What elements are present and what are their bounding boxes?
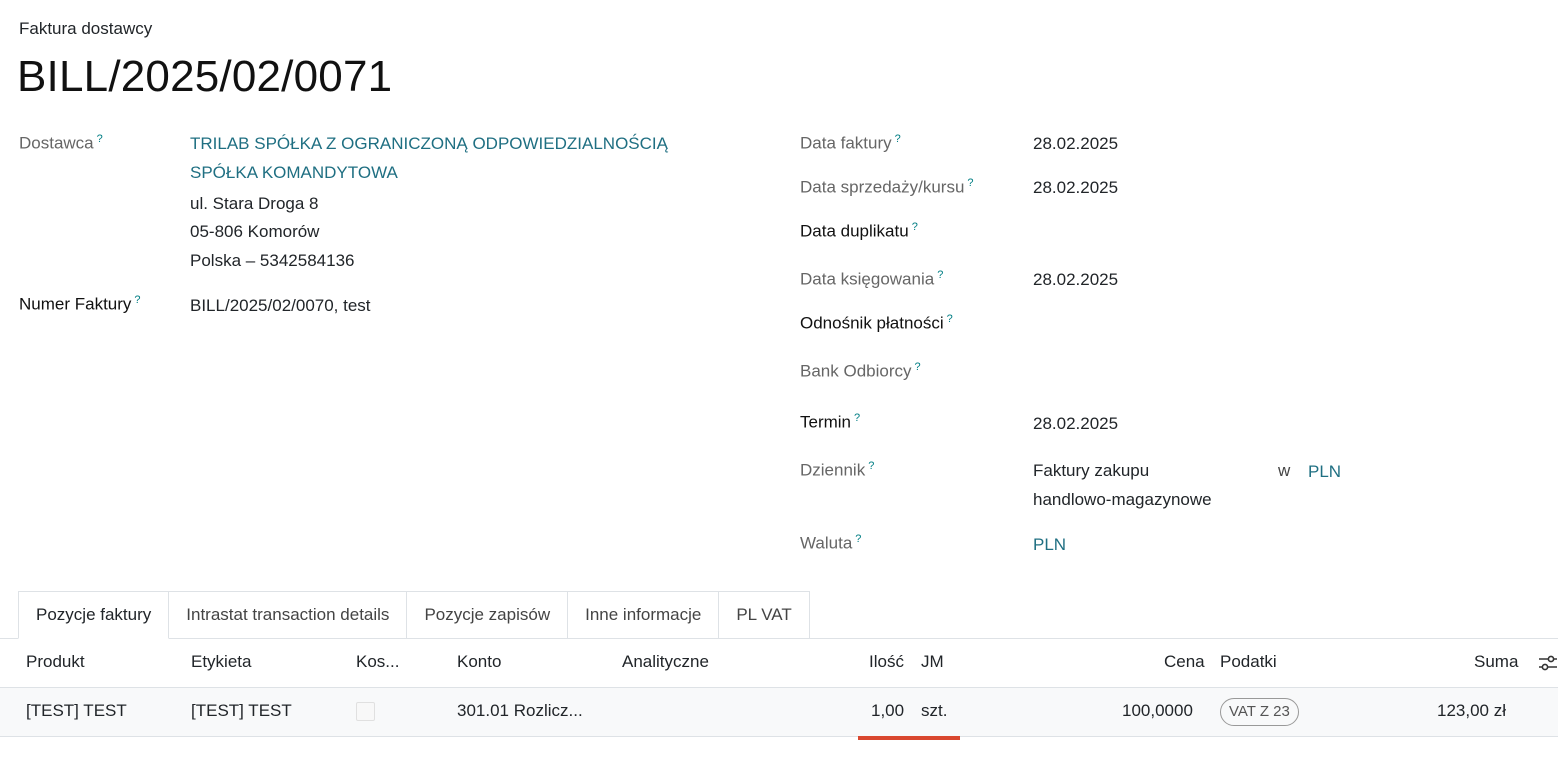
- due-date-field[interactable]: 28.02.2025: [1033, 414, 1118, 434]
- invoice-date-field[interactable]: 28.02.2025: [1033, 134, 1118, 154]
- invoice-number-field[interactable]: BILL/2025/02/0070, test: [190, 296, 371, 316]
- cell-price[interactable]: 100,0000: [1122, 701, 1193, 721]
- accounting-date-label: Data księgowania?: [800, 269, 944, 289]
- cell-product[interactable]: [TEST] TEST: [26, 701, 127, 721]
- quantity-focus-underline: [858, 736, 960, 740]
- vendor-address-line3: Polska – 5342584136: [190, 251, 355, 270]
- journal-in-text: w: [1278, 461, 1291, 480]
- help-icon[interactable]: ?: [915, 361, 921, 373]
- column-header-total[interactable]: Suma: [1474, 652, 1518, 672]
- column-header-product[interactable]: Produkt: [26, 652, 85, 672]
- column-header-label[interactable]: Etykieta: [191, 652, 251, 672]
- vendor-address-line1: ul. Stara Droga 8: [190, 194, 319, 213]
- help-icon[interactable]: ?: [912, 221, 918, 233]
- vendor-address-line2: 05-806 Komorów: [190, 222, 320, 241]
- column-header-uom[interactable]: JM: [921, 652, 944, 672]
- cell-label[interactable]: [TEST] TEST: [191, 701, 292, 721]
- column-header-price[interactable]: Cena: [1164, 652, 1205, 672]
- invoice-number-label: Numer Faktury?: [19, 294, 141, 314]
- help-icon[interactable]: ?: [868, 460, 874, 472]
- sale-date-field[interactable]: 28.02.2025: [1033, 178, 1118, 198]
- column-settings-icon[interactable]: [1538, 654, 1558, 672]
- vendor-name-line2[interactable]: SPÓŁKA KOMANDYTOWA: [190, 163, 398, 183]
- tax-badge[interactable]: VAT Z 23: [1220, 698, 1299, 726]
- journal-field-line1[interactable]: Faktury zakupu: [1033, 461, 1149, 481]
- page-subtitle: Faktura dostawcy: [19, 19, 153, 38]
- help-icon[interactable]: ?: [854, 412, 860, 424]
- cell-account[interactable]: 301.01 Rozlicz...: [457, 701, 583, 721]
- sale-date-label: Data sprzedaży/kursu?: [800, 177, 974, 197]
- currency-field[interactable]: PLN: [1033, 535, 1066, 555]
- payment-reference-label: Odnośnik płatności?: [800, 313, 953, 333]
- cell-quantity[interactable]: 1,00: [871, 701, 904, 721]
- notebook-tabs: Pozycje faktury Intrastat transaction de…: [18, 591, 810, 639]
- help-icon[interactable]: ?: [937, 269, 943, 281]
- help-icon[interactable]: ?: [967, 177, 973, 189]
- currency-label: Waluta?: [800, 533, 862, 553]
- tab-invoice-lines[interactable]: Pozycje faktury: [18, 591, 170, 639]
- tab-journal-items[interactable]: Pozycje zapisów: [407, 591, 569, 639]
- vendor-name-line1[interactable]: TRILAB SPÓŁKA Z OGRANICZONĄ ODPOWIEDZIAL…: [190, 134, 668, 154]
- cell-total: 123,00 zł: [1437, 701, 1506, 720]
- column-header-cost[interactable]: Kos...: [356, 652, 399, 672]
- column-header-analytic[interactable]: Analityczne: [622, 652, 709, 672]
- tab-pl-vat[interactable]: PL VAT: [719, 591, 810, 639]
- accounting-date-field[interactable]: 28.02.2025: [1033, 270, 1118, 290]
- duplicate-date-label: Data duplikatu?: [800, 221, 918, 241]
- invoice-date-label: Data faktury?: [800, 133, 901, 153]
- tab-intrastat[interactable]: Intrastat transaction details: [169, 591, 408, 639]
- help-icon[interactable]: ?: [855, 533, 861, 545]
- tab-other-info[interactable]: Inne informacje: [568, 591, 720, 639]
- help-icon[interactable]: ?: [895, 133, 901, 145]
- due-date-label: Termin?: [800, 412, 861, 432]
- help-icon[interactable]: ?: [97, 133, 103, 145]
- cell-uom[interactable]: szt.: [921, 701, 947, 721]
- help-icon[interactable]: ?: [947, 313, 953, 325]
- journal-field-line2[interactable]: handlowo-magazynowe: [1033, 490, 1212, 510]
- journal-currency-link[interactable]: PLN: [1308, 462, 1341, 482]
- vendor-label: Dostawca?: [19, 133, 103, 153]
- recipient-bank-label: Bank Odbiorcy?: [800, 361, 921, 381]
- journal-label: Dziennik?: [800, 460, 875, 480]
- column-header-taxes[interactable]: Podatki: [1220, 652, 1277, 672]
- page-title: BILL/2025/02/0071: [17, 52, 393, 101]
- column-header-quantity[interactable]: Ilość: [869, 652, 904, 672]
- help-icon[interactable]: ?: [134, 294, 140, 306]
- cost-checkbox[interactable]: [356, 702, 375, 721]
- column-header-account[interactable]: Konto: [457, 652, 501, 672]
